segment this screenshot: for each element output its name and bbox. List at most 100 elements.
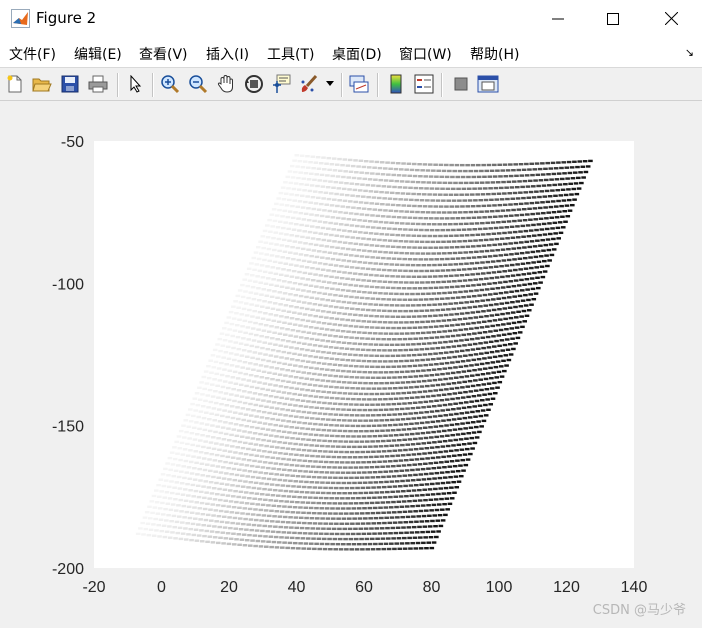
data-point	[249, 528, 255, 532]
maximize-button[interactable]	[585, 0, 641, 37]
data-point	[302, 496, 308, 499]
data-point	[391, 286, 396, 290]
data-point	[429, 258, 434, 261]
data-point	[523, 191, 529, 194]
data-point	[407, 258, 413, 261]
data-point	[468, 390, 474, 393]
edit-plot-button[interactable]	[125, 73, 147, 95]
close-button[interactable]	[643, 0, 699, 37]
data-point	[435, 228, 440, 232]
data-point	[313, 161, 319, 164]
data-point	[319, 542, 325, 546]
zoom-out-button[interactable]	[187, 73, 209, 95]
data-point	[265, 224, 270, 227]
menu-insert[interactable]: 插入(I)	[206, 44, 249, 64]
show-plot-tools-button[interactable]	[477, 73, 499, 95]
data-point	[294, 276, 300, 279]
data-point	[315, 226, 320, 229]
data-point	[409, 422, 414, 426]
new-figure-button[interactable]	[4, 73, 26, 95]
menu-desktop[interactable]: 桌面(D)	[332, 44, 382, 64]
data-point	[507, 296, 512, 299]
data-point	[315, 350, 321, 353]
data-point	[480, 193, 486, 196]
scatter-plot[interactable]: -20 0 20 40 60 80 100 120 140-50-100-150-200	[0, 101, 702, 628]
data-point	[392, 309, 398, 313]
menu-edit[interactable]: 编辑(E)	[74, 44, 122, 64]
menu-file[interactable]: 文件(F)	[9, 44, 56, 64]
data-point	[415, 168, 420, 172]
data-point	[449, 486, 454, 489]
data-point	[351, 370, 357, 373]
data-point	[180, 493, 186, 496]
data-point	[396, 245, 401, 249]
data-point	[429, 228, 435, 232]
data-point	[204, 529, 210, 533]
data-point	[534, 201, 540, 204]
data-point	[292, 531, 297, 535]
data-point	[220, 414, 225, 418]
data-point	[458, 301, 464, 305]
rotate-3d-button[interactable]	[243, 73, 265, 95]
data-point	[423, 498, 428, 502]
link-plot-button[interactable]	[348, 73, 370, 95]
data-point	[274, 435, 279, 438]
data-point	[367, 408, 373, 412]
data-point	[387, 485, 392, 489]
data-point	[328, 346, 334, 349]
insert-colorbar-button[interactable]	[385, 73, 407, 95]
print-button[interactable]	[87, 73, 109, 95]
data-point	[405, 263, 411, 267]
zoom-in-button[interactable]	[159, 73, 181, 95]
data-point	[331, 340, 336, 343]
data-point	[267, 342, 273, 345]
data-point	[432, 341, 438, 345]
data-point	[418, 298, 424, 301]
dock-figure-icon[interactable]: ↘	[685, 46, 694, 59]
maximize-icon	[607, 12, 619, 25]
data-point	[439, 362, 445, 365]
menu-window[interactable]: 窗口(W)	[399, 44, 452, 64]
data-point	[221, 477, 227, 480]
data-point	[386, 185, 392, 188]
brush-button[interactable]	[298, 73, 320, 95]
hide-plot-tools-button[interactable]	[450, 73, 472, 95]
data-point	[232, 478, 238, 482]
data-point	[252, 432, 258, 435]
data-point	[486, 309, 492, 312]
minimize-button[interactable]	[530, 0, 586, 37]
data-point	[362, 219, 368, 222]
menu-view[interactable]: 查看(V)	[139, 44, 188, 64]
menu-tools[interactable]: 工具(T)	[267, 44, 314, 64]
data-point	[501, 180, 506, 184]
data-point	[243, 452, 249, 456]
data-point	[261, 329, 267, 332]
data-point	[460, 285, 466, 288]
data-point	[460, 386, 465, 389]
data-point	[222, 380, 228, 383]
data-point	[436, 466, 442, 469]
data-point	[439, 325, 444, 328]
data-point	[312, 178, 317, 182]
data-point	[356, 507, 362, 510]
data-point	[344, 548, 349, 551]
open-file-button[interactable]	[31, 73, 53, 95]
data-point	[375, 511, 381, 515]
data-point	[554, 242, 559, 246]
data-point	[192, 478, 198, 481]
data-point	[255, 426, 260, 430]
brush-dropdown[interactable]	[323, 73, 337, 95]
data-point	[461, 370, 467, 373]
menu-help[interactable]: 帮助(H)	[470, 44, 519, 64]
data-point	[437, 303, 443, 306]
data-point	[414, 240, 420, 243]
data-point	[325, 481, 331, 484]
data-cursor-button[interactable]	[270, 73, 292, 95]
data-point	[307, 422, 313, 425]
insert-legend-button[interactable]	[413, 73, 435, 95]
data-point	[463, 401, 469, 404]
data-point	[473, 199, 478, 202]
data-point	[411, 453, 417, 456]
save-button[interactable]	[59, 73, 81, 95]
pan-button[interactable]	[215, 73, 237, 95]
